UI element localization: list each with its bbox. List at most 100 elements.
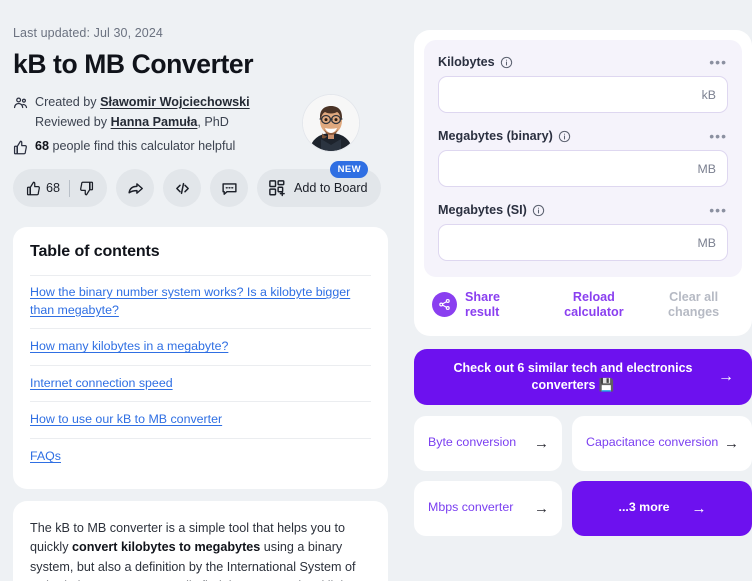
more-options-icon[interactable]: •••	[708, 55, 728, 69]
clear-all-changes-button: Clear all changes	[668, 290, 720, 319]
info-icon[interactable]	[500, 56, 513, 69]
share-network-icon	[432, 292, 457, 318]
list-item: Internet connection speed	[30, 364, 371, 402]
converter-card-more[interactable]: ...3 more →	[572, 480, 752, 536]
avatar	[303, 95, 359, 151]
field-label-wrap: Kilobytes	[438, 55, 513, 69]
comment-icon	[221, 180, 238, 197]
thumbs-up-icon	[13, 140, 28, 155]
banner-text: Check out 6 similar tech and electronics…	[453, 361, 693, 392]
field-label: Kilobytes	[438, 55, 495, 69]
reviewer-link[interactable]: Hanna Pamuła	[111, 115, 198, 129]
converter-card-capacitance-conversion[interactable]: Capacitance conversion →	[572, 415, 752, 471]
input-wrapper: MB	[438, 150, 728, 187]
toc-link[interactable]: Internet connection speed	[30, 375, 173, 393]
arrow-right-icon: →	[534, 499, 549, 517]
toc-link[interactable]: How to use our kB to MB converter	[30, 411, 222, 429]
arrow-right-icon: →	[718, 367, 734, 385]
field-label-wrap: Megabytes (SI)	[438, 203, 545, 217]
reviewed-by-prefix: Reviewed by	[35, 114, 111, 129]
similar-converters-banner[interactable]: Check out 6 similar tech and electronics…	[414, 348, 752, 405]
field-label: Megabytes (SI)	[438, 203, 527, 217]
input-wrapper: kB	[438, 76, 728, 113]
more-options-icon[interactable]: •••	[708, 203, 728, 217]
people-icon	[13, 95, 28, 110]
description-bold: convert kilobytes to megabytes	[72, 540, 261, 555]
converter-label: Capacitance conversion	[586, 435, 719, 450]
converter-card-mbps-converter[interactable]: Mbps converter →	[414, 480, 562, 536]
calculator-card: Kilobytes ••• kB Megabytes (binary) ••• …	[414, 30, 752, 336]
unit-label: MB	[697, 161, 716, 176]
calculator-fields-panel: Kilobytes ••• kB Megabytes (binary) ••• …	[424, 40, 742, 277]
toc-title: Table of contents	[30, 243, 160, 260]
byline-texts: Created by Sławomir Wojciechowski Review…	[35, 93, 250, 132]
arrow-right-icon: →	[534, 434, 549, 452]
reviewed-by-suffix: , PhD	[197, 114, 229, 129]
upvote-button[interactable]: 68	[26, 181, 60, 196]
created-by-line: Created by Sławomir Wojciechowski	[35, 93, 250, 112]
calculator-page: Last updated: Jul 30, 2024 kB to MB Conv…	[0, 0, 752, 581]
page-title: kB to MB Converter	[13, 49, 254, 79]
toc-link[interactable]: How many kilobytes in a megabyte?	[30, 338, 228, 356]
reload-calculator-button[interactable]: Reload calculator	[547, 290, 642, 320]
vote-pill: 68	[13, 169, 108, 207]
created-by-prefix: Created by	[35, 95, 101, 109]
megabytes-si-input[interactable]	[439, 225, 698, 260]
helpful-count: 68	[35, 139, 50, 154]
converter-label: Mbps converter	[428, 500, 514, 515]
comment-button[interactable]	[210, 169, 249, 207]
info-icon[interactable]	[558, 130, 571, 143]
converter-links-grid: Byte conversion → Capacitance conversion…	[414, 415, 752, 536]
author-link[interactable]: Sławomir Wojciechowski	[100, 95, 250, 109]
field-label-wrap: Megabytes (binary)	[438, 129, 571, 143]
description-card: The kB to MB converter is a simple tool …	[13, 500, 388, 581]
share-result-button[interactable]: Share result	[432, 290, 537, 320]
field-header: Megabytes (binary) •••	[438, 129, 728, 143]
calculator-actions: Share result Reload calculator Clear all…	[424, 277, 742, 328]
add-to-board-label: Add to Board	[294, 181, 368, 195]
share-result-label: Share result	[465, 290, 501, 319]
unit-label: MB	[697, 235, 716, 250]
arrow-right-icon: →	[724, 434, 739, 452]
description-paragraph: The kB to MB converter is a simple tool …	[30, 519, 371, 581]
field-megabytes-si: Megabytes (SI) ••• MB	[438, 203, 728, 261]
share-arrow-icon	[127, 180, 144, 197]
toc-link[interactable]: How the binary number system works? Is a…	[30, 284, 371, 319]
megabytes-binary-input[interactable]	[439, 151, 698, 186]
add-to-board-grid-icon	[268, 179, 286, 197]
converter-label: ...3 more	[618, 500, 670, 515]
helpful-text: 68 people find this calculator helpful	[35, 139, 235, 153]
info-icon[interactable]	[532, 204, 545, 217]
byline-section: Created by Sławomir Wojciechowski Review…	[13, 93, 388, 155]
right-column: Kilobytes ••• kB Megabytes (binary) ••• …	[414, 0, 752, 581]
converter-card-byte-conversion[interactable]: Byte conversion →	[414, 415, 562, 471]
arrow-right-icon: →	[691, 499, 707, 517]
downvote-button[interactable]	[79, 181, 94, 196]
share-button[interactable]	[116, 169, 155, 207]
unit-label: kB	[701, 87, 716, 102]
list-item: How many kilobytes in a megabyte?	[30, 328, 371, 365]
toc-link[interactable]: FAQs	[30, 448, 61, 466]
upvote-count: 68	[46, 181, 61, 195]
thumbs-up-icon	[26, 181, 41, 196]
reviewed-by-line: Reviewed by Hanna Pamuła, PhD	[35, 113, 250, 132]
list-item: How to use our kB to MB converter	[30, 401, 371, 438]
vote-divider	[69, 179, 71, 197]
list-item: How the binary number system works? Is a…	[30, 275, 371, 328]
last-updated-text: Last updated: Jul 30, 2024	[13, 26, 163, 40]
list-item: FAQs	[30, 438, 371, 475]
field-kilobytes: Kilobytes ••• kB	[438, 55, 728, 113]
field-header: Megabytes (SI) •••	[438, 203, 728, 217]
field-megabytes-binary: Megabytes (binary) ••• MB	[438, 129, 728, 187]
action-bar: 68 Add to Board NEW	[13, 161, 388, 207]
table-of-contents-card: Table of contents How the binary number …	[13, 227, 388, 489]
embed-code-button[interactable]	[163, 169, 202, 207]
kilobytes-input[interactable]	[439, 77, 702, 112]
field-label: Megabytes (binary)	[438, 129, 553, 143]
left-column: Last updated: Jul 30, 2024 kB to MB Conv…	[0, 0, 398, 581]
code-embed-icon	[174, 180, 191, 197]
converter-label: Byte conversion	[428, 435, 517, 450]
more-options-icon[interactable]: •••	[708, 129, 728, 143]
field-header: Kilobytes •••	[438, 55, 728, 69]
helpful-suffix: people find this calculator helpful	[49, 139, 236, 154]
